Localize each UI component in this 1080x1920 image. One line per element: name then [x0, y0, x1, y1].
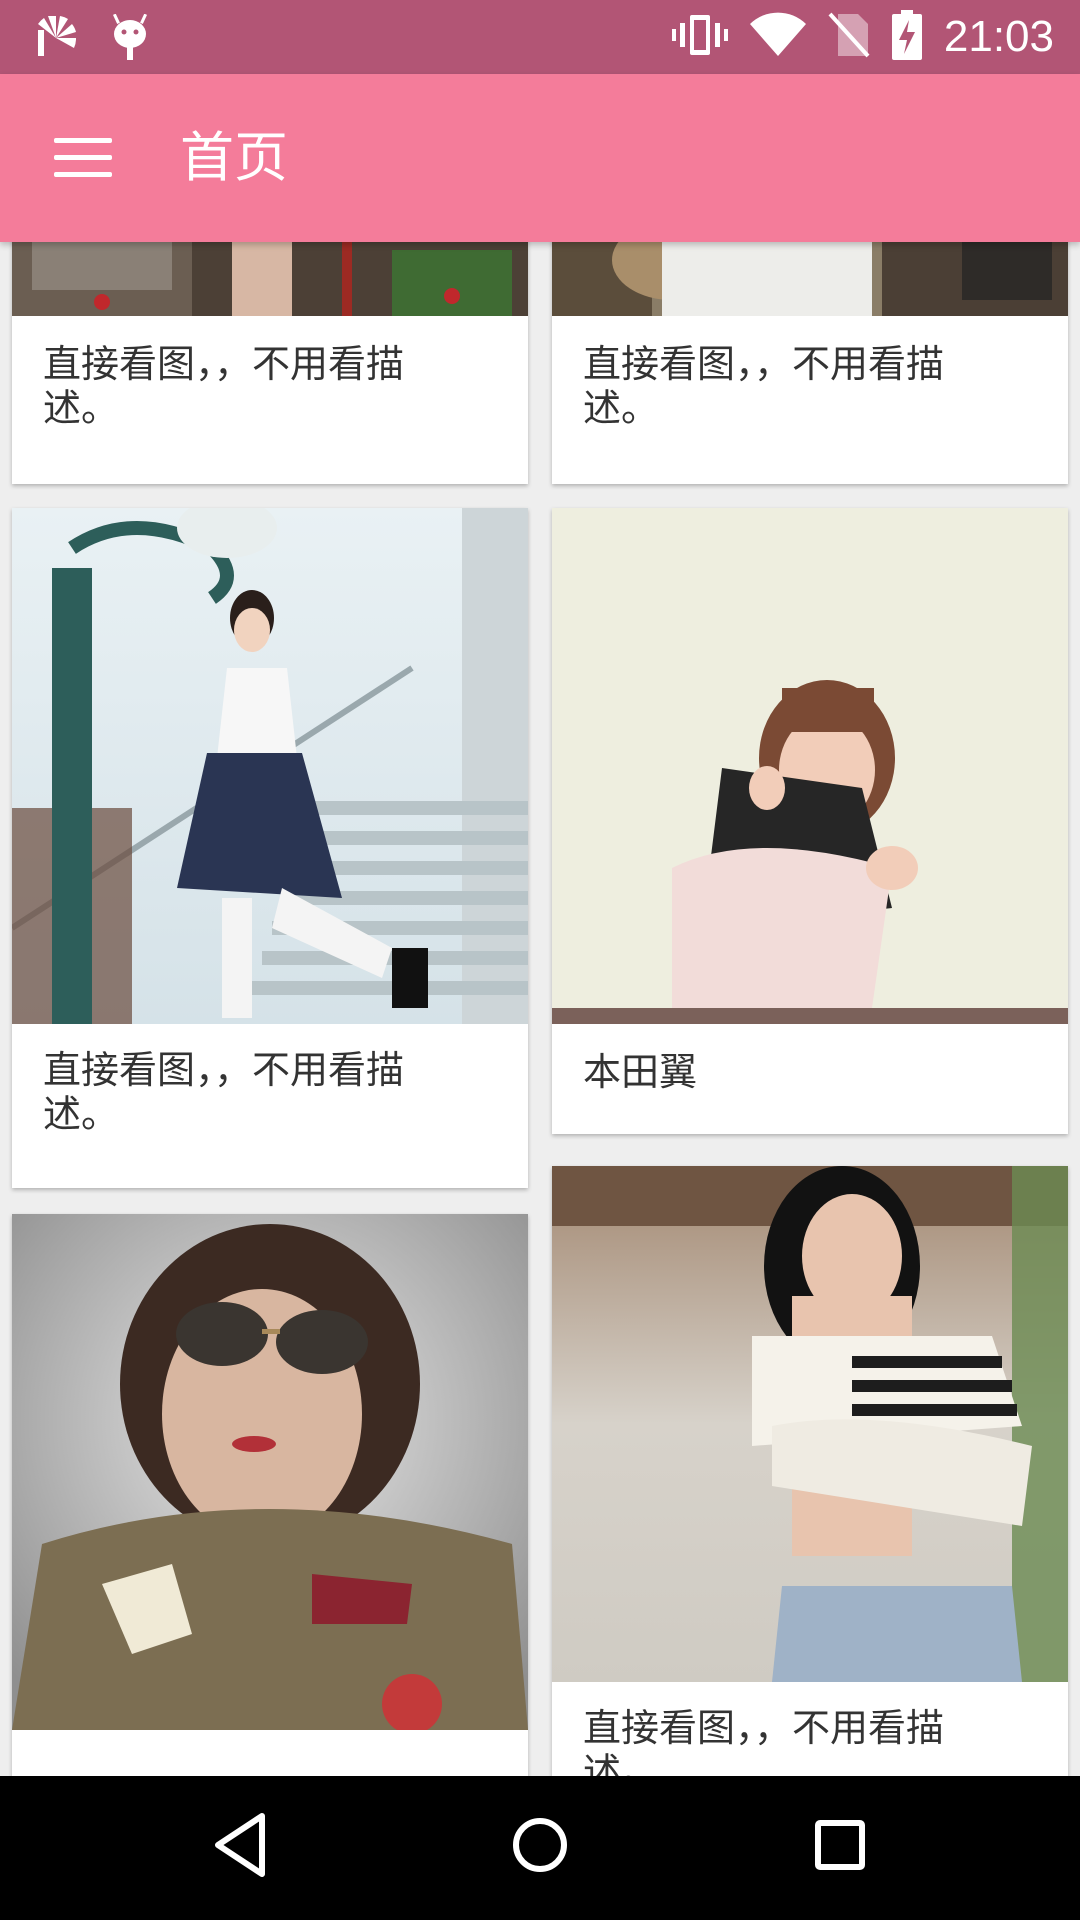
card[interactable]: 直接看图，，不用看描述。 — [552, 242, 1068, 484]
card-photo — [12, 1214, 528, 1734]
app-notification-icon — [36, 15, 77, 64]
card-photo — [12, 508, 528, 1024]
card-photo — [552, 508, 1068, 1024]
no-sim-icon — [828, 12, 870, 62]
card-description: 直接看图，，不用看描述。 — [583, 342, 945, 430]
card[interactable]: 本田翼 — [552, 508, 1068, 1134]
back-icon[interactable] — [210, 1810, 270, 1884]
card-photo — [12, 242, 528, 316]
card-description: 本田翼 — [583, 1050, 698, 1094]
clock: 21:03 — [943, 12, 1054, 61]
card-description: 直接看图，，不用看描述。 — [43, 1048, 405, 1136]
card-photo — [552, 1166, 1068, 1682]
battery-charging-icon — [891, 10, 922, 64]
app-bar: 首页 — [0, 74, 1080, 242]
status-bar: 21:03 — [0, 0, 1080, 74]
card-description: 直接看图，，不用看描述。 — [583, 1706, 945, 1776]
card[interactable]: 直接看图，，不用看描述。 — [552, 1166, 1068, 1776]
card[interactable]: 直接看图，，不用看描述。 — [12, 242, 528, 484]
card-description: 直接看图，，不用看描述。 — [43, 342, 405, 430]
card-grid[interactable]: 直接看图，，不用看描述。 直接看图，，不用看描述。 直接看图，，不用看描述。 本… — [0, 242, 1080, 1776]
home-icon[interactable] — [510, 1810, 570, 1884]
card-photo — [552, 242, 1068, 316]
navigation-bar — [0, 1776, 1080, 1920]
recents-icon[interactable] — [810, 1810, 870, 1884]
android-debug-icon — [112, 13, 148, 66]
page-title: 首页 — [180, 126, 288, 189]
card[interactable]: 直接看图，，不用看描述。 — [12, 508, 528, 1188]
wifi-icon — [749, 12, 806, 62]
vibrate-icon — [671, 11, 728, 63]
card[interactable] — [12, 1214, 528, 1776]
menu-icon[interactable] — [54, 138, 112, 178]
